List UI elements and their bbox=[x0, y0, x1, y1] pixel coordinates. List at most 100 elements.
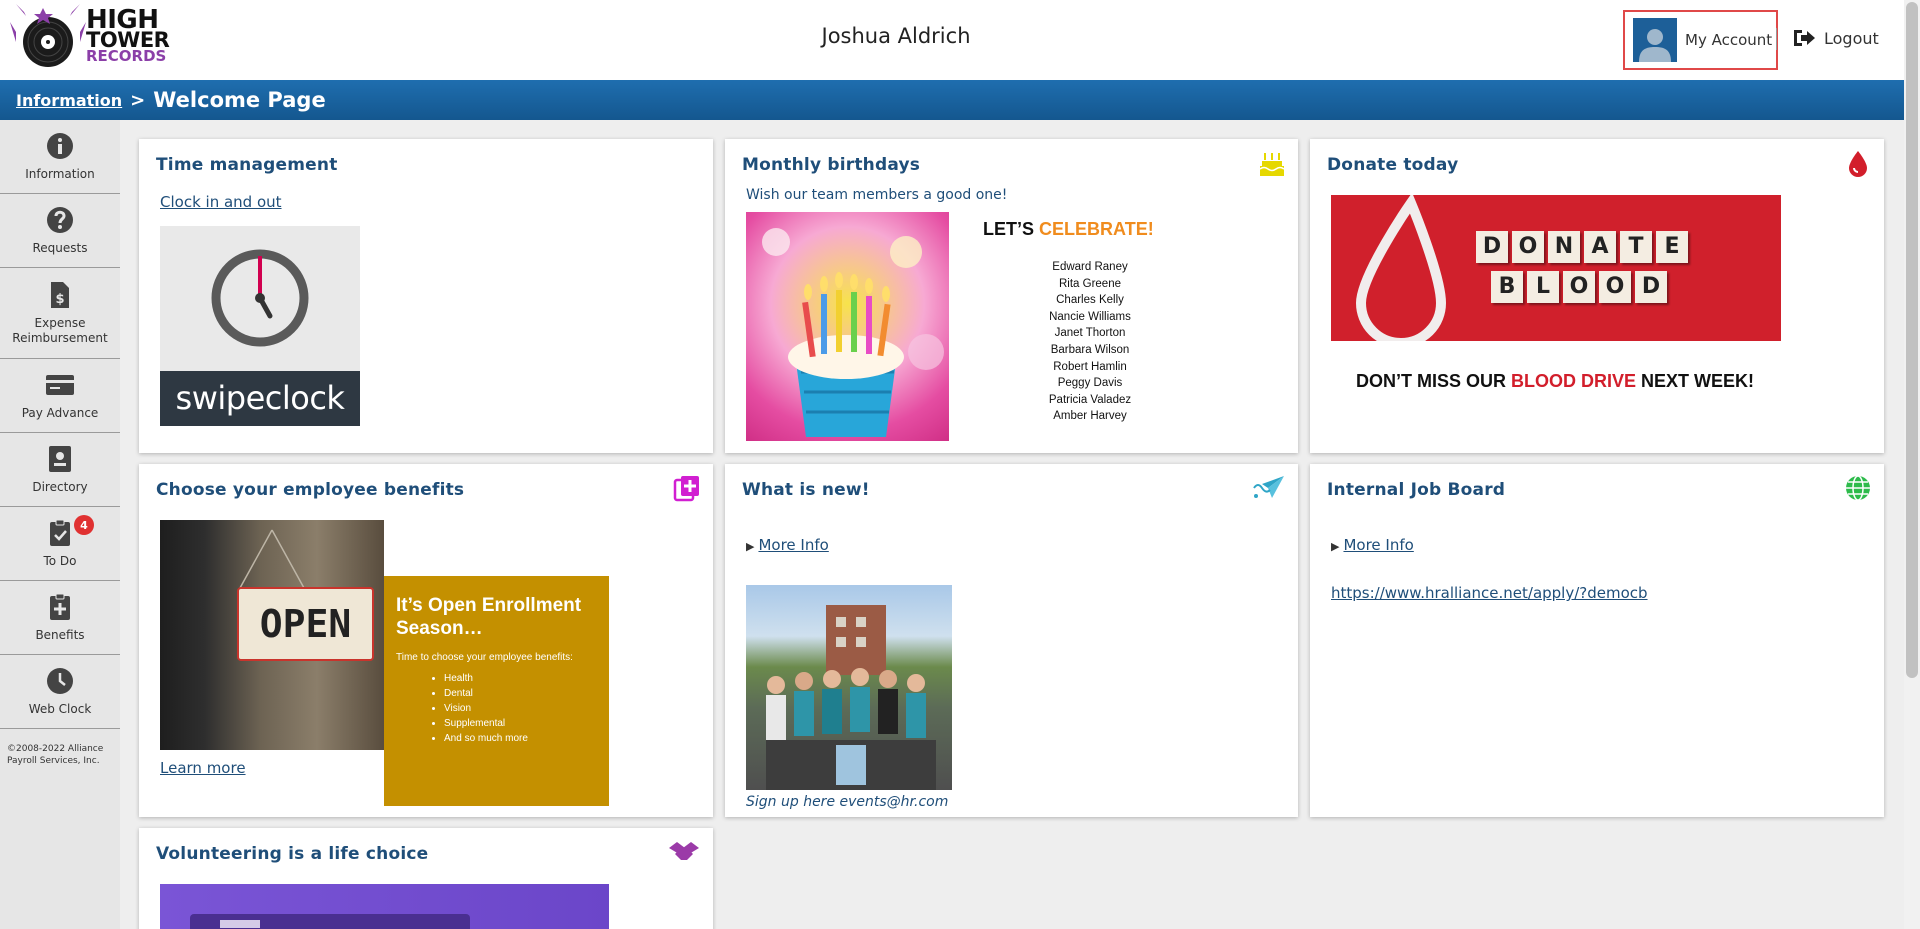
sidebar-item-expense-reimbursement[interactable]: $ Expense Reimbursement bbox=[0, 268, 120, 359]
top-header: HIGH TOWER RECORDS Joshua Aldrich My Acc… bbox=[0, 0, 1904, 80]
more-info-label: More Info bbox=[758, 536, 829, 554]
more-info-toggle[interactable]: ▶ More Info bbox=[746, 536, 829, 554]
blood-drive-highlight: BLOOD DRIVE bbox=[1510, 371, 1636, 391]
card-title: Donate today bbox=[1327, 155, 1459, 175]
page-title: Welcome Page bbox=[153, 88, 326, 112]
copy-plus-icon bbox=[673, 476, 699, 502]
sidebar-item-pay-advance[interactable]: Pay Advance bbox=[0, 359, 120, 433]
receipt-dollar-icon: $ bbox=[51, 282, 69, 308]
clock-face-icon bbox=[211, 249, 309, 347]
header-divider bbox=[1776, 28, 1777, 50]
letter-tile: L bbox=[1527, 271, 1559, 303]
sidebar-item-information[interactable]: Information bbox=[0, 120, 120, 194]
list-item: Rita Greene bbox=[1058, 277, 1121, 290]
clock-icon bbox=[47, 668, 73, 694]
internal-job-board-card: Internal Job Board ▶ More Info https://ww… bbox=[1310, 464, 1884, 817]
list-item: Robert Hamlin bbox=[1053, 360, 1127, 373]
cupcake-icon bbox=[762, 228, 944, 437]
letter-tile: D bbox=[1476, 231, 1508, 263]
more-info-toggle[interactable]: ▶ More Info bbox=[1331, 536, 1414, 554]
card-title: Monthly birthdays bbox=[742, 155, 921, 175]
list-item: Peggy Davis bbox=[1057, 377, 1123, 390]
my-account-label: My Account bbox=[1685, 31, 1773, 49]
letter-tile: O bbox=[1599, 271, 1631, 303]
sidebar-item-label: Expense Reimbursement bbox=[12, 316, 108, 345]
breadcrumb-separator: > bbox=[130, 89, 146, 111]
disclosure-triangle-icon: ▶ bbox=[746, 540, 755, 553]
letter-tile: A bbox=[1584, 231, 1616, 263]
letter-tile: E bbox=[1656, 231, 1688, 263]
donate-blood-image: D O N A T E B L O O D bbox=[1331, 192, 1781, 348]
learn-more-link[interactable]: Learn more bbox=[160, 759, 246, 777]
sidebar-item-to-do[interactable]: 4 To Do bbox=[0, 507, 120, 581]
clock-in-out-link[interactable]: Clock in and out bbox=[160, 193, 282, 211]
logout-label: Logout bbox=[1824, 28, 1879, 48]
card-title: Choose your employee benefits bbox=[156, 480, 465, 500]
globe-icon bbox=[1846, 475, 1870, 501]
enrollment-text: Time to choose your employee benefits: bbox=[396, 652, 573, 663]
event-caption: Sign up here events@hr.com bbox=[746, 794, 949, 810]
contact-card-icon bbox=[49, 446, 71, 472]
employee-benefits-card: Choose your employee benefits OPEN It’s … bbox=[139, 464, 713, 817]
enrollment-heading: It’s Open Enrollment Season… bbox=[396, 595, 582, 639]
credit-card-icon bbox=[46, 375, 74, 395]
user-name: Joshua Aldrich bbox=[821, 24, 971, 48]
my-account-button[interactable]: My Account bbox=[1623, 10, 1778, 70]
sidebar-item-requests[interactable]: Requests bbox=[0, 194, 120, 268]
avatar bbox=[1633, 18, 1677, 62]
list-item: Dental bbox=[444, 686, 597, 701]
sidebar-item-label: Pay Advance bbox=[21, 406, 99, 420]
sidebar-item-label: To Do bbox=[43, 554, 77, 568]
logout-button[interactable]: Logout bbox=[1792, 28, 1879, 48]
sidebar-item-label: Requests bbox=[32, 241, 88, 255]
card-title: Time management bbox=[156, 155, 338, 175]
job-board-url-link[interactable]: https://www.hralliance.net/apply/?democb bbox=[1331, 584, 1648, 602]
list-item: Barbara Wilson bbox=[1050, 343, 1130, 356]
sidebar-item-label: Information bbox=[25, 167, 95, 181]
question-icon bbox=[47, 207, 73, 233]
copyright-text: ©2008-2022 Alliance Payroll Services, In… bbox=[7, 744, 104, 766]
sidebar-item-web-clock[interactable]: Web Clock bbox=[0, 655, 120, 729]
list-item: Amber Harvey bbox=[1053, 410, 1127, 423]
card-title: Internal Job Board bbox=[1327, 480, 1506, 500]
swipeclock-banner[interactable]: swipeclock bbox=[160, 226, 360, 426]
volunteer-image bbox=[160, 884, 609, 929]
sidebar-item-label: Web Clock bbox=[28, 702, 92, 716]
group-people-icon bbox=[766, 605, 936, 790]
volunteer-photo-icon bbox=[190, 914, 470, 929]
breadcrumb-parent-link[interactable]: Information bbox=[16, 91, 122, 110]
donate-tiles-row: B L O O D bbox=[1491, 271, 1667, 303]
list-item: And so much more bbox=[444, 731, 597, 746]
blood-drive-suffix: NEXT WEEK! bbox=[1641, 371, 1755, 391]
list-item: Patricia Valadez bbox=[1048, 393, 1132, 406]
time-management-card: Time management Clock in and out swipecl… bbox=[139, 139, 713, 453]
sidebar-item-directory[interactable]: Directory bbox=[0, 433, 120, 507]
svg-text:$: $ bbox=[55, 292, 64, 307]
swipeclock-wordmark: swipeclock bbox=[160, 371, 360, 426]
breadcrumb: Information > Welcome Page bbox=[0, 80, 1904, 120]
card-title: Volunteering is a life choice bbox=[156, 844, 429, 864]
list-item: Charles Kelly bbox=[1056, 294, 1124, 307]
letter-tile: O bbox=[1512, 231, 1544, 263]
blood-drive-banner: DON’T MISS OUR BLOOD DRIVE NEXT WEEK! bbox=[1310, 371, 1800, 392]
open-sign-text: OPEN bbox=[259, 602, 352, 646]
list-item: Janet Thorton bbox=[1054, 327, 1126, 340]
more-info-label: More Info bbox=[1343, 536, 1414, 554]
birthday-name-list: Edward Raney Rita Greene Charles Kelly N… bbox=[1015, 259, 1165, 425]
info-icon bbox=[47, 133, 73, 159]
monthly-birthdays-card: Monthly birthdays Wish our team members … bbox=[725, 139, 1298, 453]
team-event-photo bbox=[746, 585, 952, 790]
birthday-subtitle: Wish our team members a good one! bbox=[746, 187, 1008, 203]
letter-tile: N bbox=[1548, 231, 1580, 263]
scrollbar-thumb[interactable] bbox=[1906, 2, 1918, 678]
donate-today-card: Donate today D O N A T E B L O O D DON’T… bbox=[1310, 139, 1884, 453]
handshake-icon bbox=[669, 842, 699, 860]
birthday-cupcake-image bbox=[746, 212, 949, 441]
celebrate-word: CELEBRATE! bbox=[1039, 219, 1154, 239]
letter-tile: T bbox=[1620, 231, 1652, 263]
celebrate-prefix: LET’S bbox=[983, 219, 1035, 239]
what-is-new-card: What is new! ▶ More Info Sign up here eve… bbox=[725, 464, 1298, 817]
sidebar-item-benefits[interactable]: Benefits bbox=[0, 581, 120, 655]
logo-line-3: RECORDS bbox=[86, 47, 167, 65]
birthday-cake-icon bbox=[1259, 153, 1285, 176]
